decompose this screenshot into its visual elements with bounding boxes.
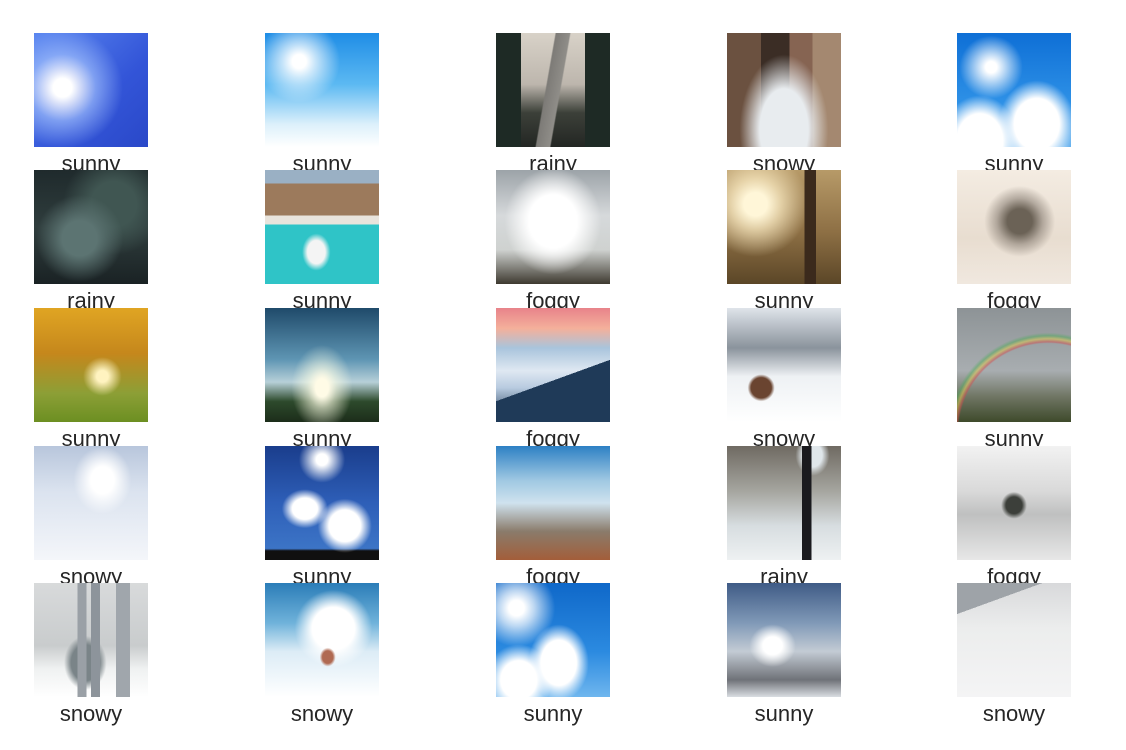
weather-image	[496, 583, 610, 697]
weather-image	[265, 33, 379, 147]
weather-image	[957, 33, 1071, 147]
weather-image	[496, 170, 610, 284]
weather-image	[727, 446, 841, 560]
weather-image	[727, 308, 841, 422]
weather-image	[727, 583, 841, 697]
weather-image	[496, 33, 610, 147]
weather-image	[265, 583, 379, 697]
weather-image	[265, 446, 379, 560]
image-label: snowy	[290, 701, 354, 726]
weather-image	[34, 583, 148, 697]
weather-image	[34, 446, 148, 560]
weather-image	[34, 33, 148, 147]
weather-image	[957, 308, 1071, 422]
image-label: snowy	[982, 701, 1046, 726]
weather-image	[496, 308, 610, 422]
weather-image	[727, 170, 841, 284]
weather-image	[265, 308, 379, 422]
weather-image	[34, 170, 148, 284]
weather-image	[957, 170, 1071, 284]
image-label: snowy	[59, 701, 123, 726]
weather-image	[496, 446, 610, 560]
weather-image	[957, 583, 1071, 697]
weather-image	[957, 446, 1071, 560]
weather-image	[34, 308, 148, 422]
weather-image	[265, 170, 379, 284]
weather-image	[727, 33, 841, 147]
image-label: sunny	[523, 701, 583, 726]
image-label: sunny	[754, 701, 814, 726]
